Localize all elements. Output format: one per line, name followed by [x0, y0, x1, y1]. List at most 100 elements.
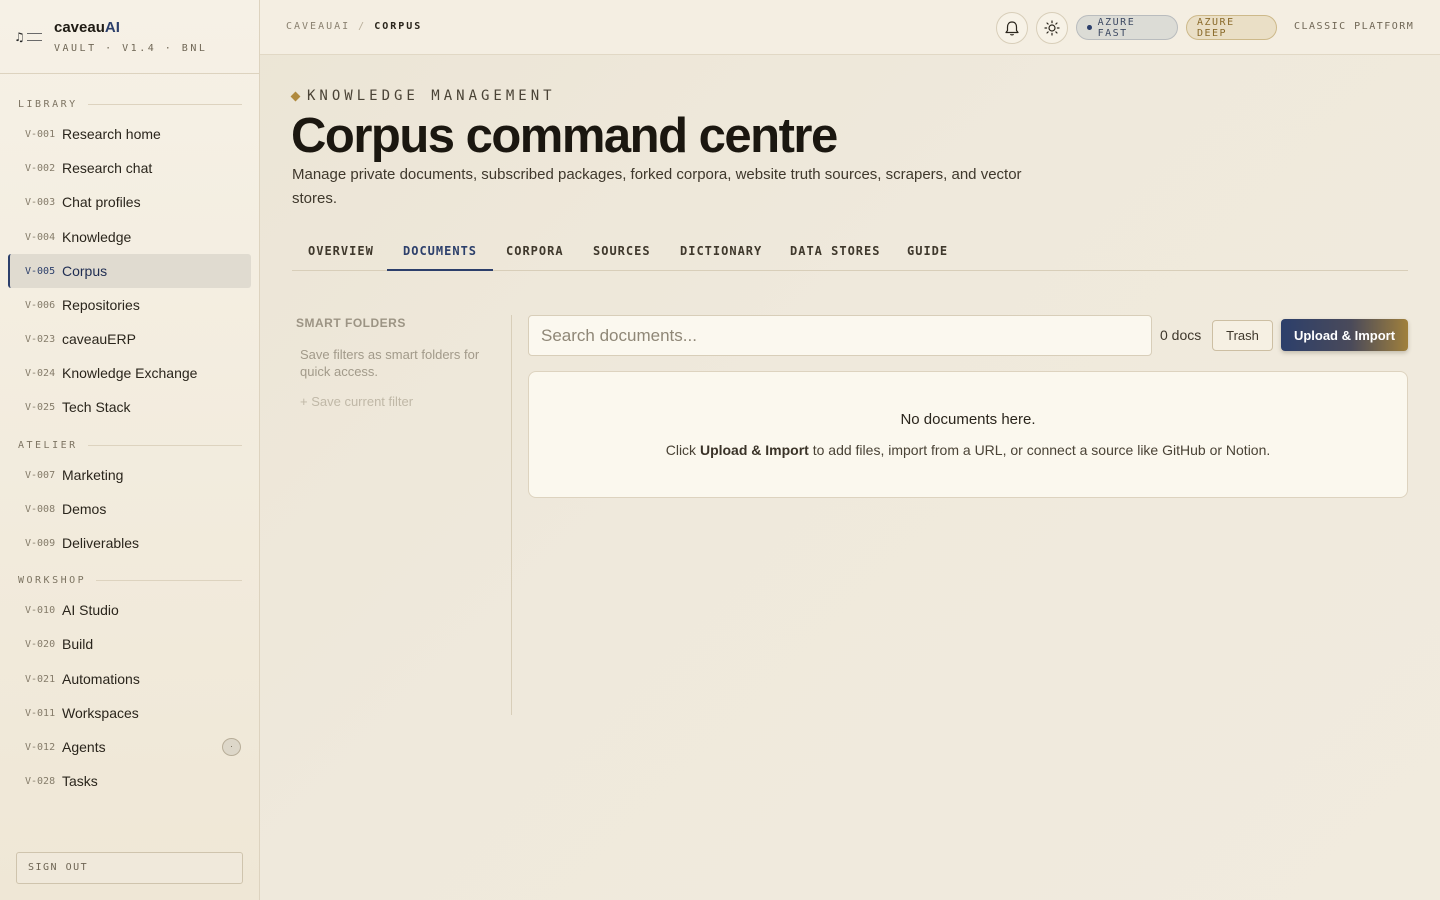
- sidebar-item-ai-studio[interactable]: V-010 AI Studio: [8, 593, 251, 627]
- agents-badge: ·: [222, 738, 241, 756]
- diamond-icon: [290, 91, 301, 101]
- smart-folders-description: Save filters as smart folders for quick …: [300, 347, 480, 379]
- sidebar-item-code: V-001: [25, 128, 56, 140]
- breadcrumb-root[interactable]: CAVEAUAI: [286, 21, 350, 32]
- page-title: Corpus command centre: [291, 109, 838, 163]
- save-current-filter-link[interactable]: + Save current filter: [296, 394, 496, 409]
- notifications-button[interactable]: [996, 12, 1028, 44]
- empty-body-post: to add files, import from a URL, or conn…: [808, 442, 1271, 458]
- sidebar-item-repositories[interactable]: V-006 Repositories: [8, 288, 251, 322]
- eyebrow: KNOWLEDGE MANAGEMENT: [290, 88, 556, 104]
- sidebar-item-code: V-020: [25, 638, 56, 650]
- search-documents-input[interactable]: [528, 315, 1152, 356]
- sidebar-item-label: Agents: [62, 739, 106, 755]
- empty-state-card: No documents here. Click Upload & Import…: [528, 371, 1408, 498]
- sidebar-item-build[interactable]: V-020 Build: [8, 627, 251, 661]
- sidebar-item-label: Workspaces: [62, 705, 139, 721]
- sidebar-item-chat-profiles[interactable]: V-003 Chat profiles: [8, 185, 251, 219]
- sidebar-item-label: AI Studio: [62, 602, 119, 618]
- empty-body-bold: Upload & Import: [699, 442, 809, 458]
- topbar: CAVEAUAI / CORPUS AZURE FAST AZURE DEEP CL…: [260, 0, 1440, 55]
- sidebar-item-label: Automations: [62, 671, 140, 687]
- brand-name-suffix: AI: [104, 19, 120, 36]
- sidebar-item-knowledge[interactable]: V-004 Knowledge: [8, 220, 251, 254]
- smart-folders-panel: SMART FOLDERS Save filters as smart fold…: [296, 316, 496, 409]
- section-workshop: WORKSHOP: [18, 575, 242, 586]
- sidebar-item-label: Knowledge Exchange: [62, 365, 198, 381]
- upload-import-button[interactable]: Upload & Import: [1281, 319, 1408, 351]
- sidebar-item-tasks[interactable]: V-028 Tasks: [8, 764, 251, 798]
- breadcrumb-separator: /: [358, 21, 367, 32]
- azure-deep-pill[interactable]: AZURE DEEP: [1186, 15, 1277, 40]
- vertical-divider: [511, 315, 512, 715]
- section-title: WORKSHOP: [18, 575, 87, 586]
- sidebar-item-code: V-025: [25, 401, 56, 413]
- sidebar-item-label: Build: [62, 636, 94, 652]
- section-atelier: ATELIER: [18, 440, 242, 451]
- sidebar-item-code: V-012: [25, 741, 56, 753]
- sidebar-item-code: V-010: [25, 604, 56, 616]
- sidebar-item-workspaces[interactable]: V-011 Workspaces: [8, 696, 251, 730]
- tab-data-stores[interactable]: DATA STORES: [774, 230, 896, 271]
- tab-overview[interactable]: OVERVIEW: [292, 230, 390, 271]
- sidebar-item-research-chat[interactable]: V-002 Research chat: [8, 151, 251, 185]
- sidebar-item-marketing[interactable]: V-007 Marketing: [8, 458, 251, 492]
- sidebar-item-demos[interactable]: V-008 Demos: [8, 492, 251, 526]
- sidebar-item-research-home[interactable]: V-001 Research home: [8, 117, 251, 151]
- tab-corpora[interactable]: CORPORA: [490, 230, 580, 271]
- sidebar: ♫ caveauAI VAULT · V1.4 · BNL LIBRARY V-…: [0, 0, 260, 900]
- tab-dictionary[interactable]: DICTIONARY: [664, 230, 778, 271]
- sidebar-item-code: V-002: [25, 162, 56, 174]
- empty-state-body: Click Upload & Import to add files, impo…: [529, 442, 1407, 458]
- sidebar-item-corpus[interactable]: V-005 Corpus: [8, 254, 251, 288]
- sidebar-item-code: V-004: [25, 231, 56, 243]
- sidebar-item-code: V-023: [25, 333, 56, 345]
- sidebar-item-code: V-006: [25, 299, 56, 311]
- sidebar-item-code: V-021: [25, 673, 56, 685]
- azure-fast-label: AZURE FAST: [1097, 16, 1136, 39]
- sidebar-item-label: Knowledge: [62, 229, 132, 245]
- sidebar-item-code: V-007: [25, 469, 56, 481]
- breadcrumb: CAVEAUAI / CORPUS: [286, 21, 422, 32]
- sidebar-item-label: Demos: [62, 501, 107, 517]
- sidebar-item-code: V-003: [25, 196, 56, 208]
- tab-guide[interactable]: GUIDE: [891, 230, 964, 271]
- sidebar-item-label: Repositories: [62, 297, 140, 313]
- theme-toggle-button[interactable]: [1036, 12, 1068, 44]
- trash-button[interactable]: Trash: [1212, 320, 1273, 351]
- brand-name-prefix: caveau: [54, 19, 105, 36]
- active-dot-icon: [1087, 25, 1092, 30]
- empty-state-title: No documents here.: [900, 411, 1036, 428]
- sidebar-item-label: Research chat: [62, 160, 153, 176]
- tab-sources[interactable]: SOURCES: [577, 230, 667, 271]
- sidebar-item-deliverables[interactable]: V-009 Deliverables: [8, 526, 251, 560]
- sidebar-item-caveauerp[interactable]: V-023 caveauERP: [8, 322, 251, 356]
- classic-platform-link[interactable]: CLASSIC PLATFORM: [1294, 21, 1414, 32]
- sidebar-item-label: Chat profiles: [62, 194, 141, 210]
- sidebar-item-automations[interactable]: V-021 Automations: [8, 662, 251, 696]
- document-count: 0 docs: [1160, 327, 1202, 343]
- bell-icon: [1005, 20, 1019, 36]
- section-title: LIBRARY: [18, 99, 78, 110]
- sun-icon: [1044, 20, 1060, 36]
- sidebar-item-label: Tech Stack: [62, 399, 131, 415]
- sidebar-item-knowledge-exchange[interactable]: V-024 Knowledge Exchange: [8, 356, 251, 390]
- sidebar-item-label: Marketing: [62, 467, 124, 483]
- sidebar-item-code: V-024: [25, 367, 56, 379]
- sidebar-item-tech-stack[interactable]: V-025 Tech Stack: [8, 390, 251, 424]
- sidebar-item-code: V-005: [25, 265, 56, 277]
- sidebar-item-label: Corpus: [62, 263, 108, 279]
- tab-bar: OVERVIEW DOCUMENTS CORPORA SOURCES DICTI…: [292, 230, 1408, 271]
- eyebrow-label: KNOWLEDGE MANAGEMENT: [307, 88, 556, 104]
- azure-fast-pill[interactable]: AZURE FAST: [1076, 15, 1178, 40]
- sidebar-item-label: caveauERP: [62, 331, 136, 347]
- tab-documents[interactable]: DOCUMENTS: [387, 230, 494, 271]
- smart-folders-title: SMART FOLDERS: [296, 316, 406, 330]
- sidebar-item-label: Deliverables: [62, 535, 140, 551]
- sidebar-item-code: V-008: [25, 503, 56, 515]
- sidebar-item-agents[interactable]: V-012 Agents ·: [8, 730, 251, 764]
- brand-name[interactable]: caveauAI: [54, 19, 120, 36]
- sign-out-button[interactable]: SIGN OUT: [16, 852, 243, 884]
- sidebar-item-code: V-011: [25, 707, 56, 719]
- section-rule: [96, 580, 242, 581]
